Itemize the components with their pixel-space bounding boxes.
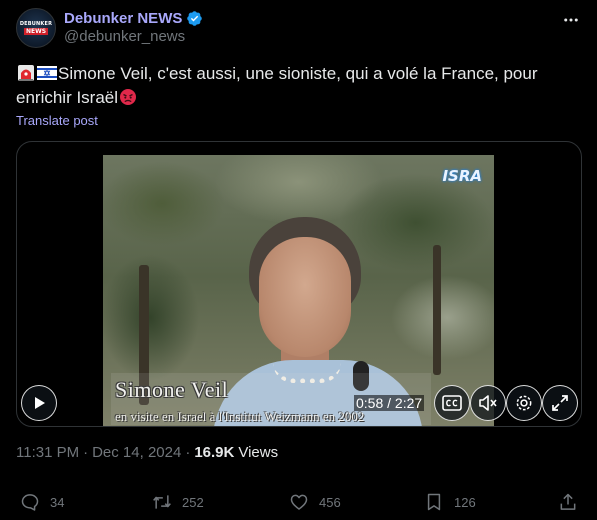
author-handle[interactable]: @debunker_news (64, 28, 185, 45)
angry-face-emoji (120, 89, 137, 105)
play-icon (35, 397, 45, 409)
fullscreen-button[interactable] (542, 385, 578, 421)
share-button[interactable] (558, 490, 578, 514)
meta-separator: · (83, 444, 89, 461)
views-label: Views (238, 444, 279, 461)
israel-flag-emoji (37, 66, 57, 80)
author-name-row: Debunker NEWS (64, 8, 203, 28)
bookmark-button[interactable]: 126 (424, 490, 476, 514)
mute-button[interactable] (470, 385, 506, 421)
expand-icon (552, 395, 568, 411)
avatar[interactable]: DEBUNKER NEWS (16, 8, 56, 48)
reply-icon (21, 494, 39, 511)
post-text: Simone Veil, c'est aussi, une sioniste, … (16, 62, 581, 110)
caption-name: Simone Veil (115, 377, 229, 402)
translate-post-link[interactable]: Translate post (16, 113, 98, 128)
like-button[interactable]: 456 (289, 490, 341, 514)
person-face (259, 237, 351, 357)
post-date[interactable]: Dec 14, 2024 (92, 444, 181, 461)
post-time[interactable]: 11:31 PM (16, 444, 79, 461)
repost-icon (153, 495, 171, 509)
verified-badge-icon (187, 10, 203, 26)
avatar-text-top: DEBUNKER (19, 21, 53, 27)
avatar-text-bottom: NEWS (23, 28, 49, 35)
captions-icon (442, 395, 462, 411)
bookmark-icon (427, 493, 441, 511)
play-button[interactable] (21, 385, 57, 421)
channel-logo: ISRA (442, 167, 482, 185)
captions-button[interactable] (434, 385, 470, 421)
rotating-light-emoji (18, 65, 34, 81)
author-name[interactable]: Debunker NEWS (64, 10, 182, 27)
repost-count: 252 (182, 494, 204, 510)
video-player[interactable]: ISRA Simone Veil en visite en Israel à l… (16, 141, 582, 427)
views-count: 16.9K (194, 444, 235, 461)
caption-subtitle: en visite en Israel à l'Institut Weizman… (115, 409, 365, 424)
volume-muted-icon (479, 395, 497, 411)
settings-button[interactable] (506, 385, 542, 421)
more-dots-icon (564, 18, 578, 22)
bookmark-count: 126 (454, 494, 476, 510)
action-bar: 34 252 456 126 (0, 490, 597, 514)
meta-separator: · (185, 444, 191, 461)
more-options-button[interactable] (561, 10, 581, 30)
reply-button[interactable]: 34 (20, 490, 64, 514)
like-count: 456 (319, 494, 341, 510)
reply-count: 34 (50, 494, 65, 510)
video-frame[interactable]: ISRA Simone Veil en visite en Israel à l… (103, 155, 494, 426)
repost-button[interactable]: 252 (152, 490, 204, 514)
heart-icon (290, 494, 308, 510)
post-meta: 11:31 PM · Dec 14, 2024 · 16.9K Views (16, 444, 278, 461)
post-text-body: Simone Veil, c'est aussi, une sioniste, … (16, 64, 538, 107)
tree-trunk (433, 245, 441, 375)
gear-icon (516, 395, 532, 411)
video-time: 0:58 / 2:27 (354, 395, 425, 411)
share-icon (560, 493, 576, 510)
